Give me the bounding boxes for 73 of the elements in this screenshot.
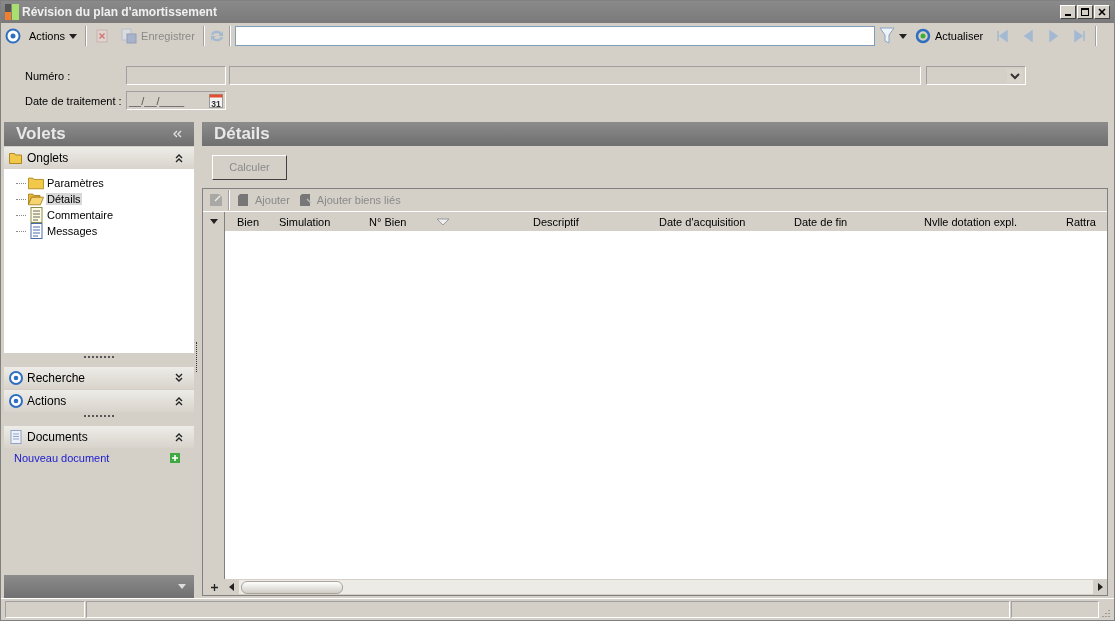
caret-icon [69, 33, 78, 39]
expand-chevron-icon[interactable] [174, 373, 184, 383]
target-icon [9, 371, 23, 385]
export-icon[interactable] [209, 193, 223, 207]
folder-icon [9, 151, 23, 165]
panel-title: Détails [214, 124, 270, 144]
target-icon[interactable] [5, 28, 21, 44]
save-icon [121, 28, 138, 44]
number-field[interactable] [126, 66, 226, 85]
linked-page-icon [298, 193, 313, 207]
maximize-icon [1080, 7, 1090, 17]
open-folder-icon [28, 191, 44, 207]
section-title: Actions [27, 394, 67, 408]
page-icon [237, 193, 251, 207]
column-header[interactable]: Rattra [1066, 215, 1096, 228]
document-icon [28, 223, 44, 239]
collapse-chevron-icon[interactable] [174, 432, 184, 442]
folder-icon [28, 175, 44, 191]
panel-title: Volets [16, 124, 66, 144]
select-field[interactable] [926, 66, 1026, 85]
calendar-icon[interactable]: 31 [209, 93, 223, 108]
resize-grip-icon[interactable] [1100, 608, 1110, 618]
delete-icon [95, 29, 110, 43]
refresh-icon [914, 28, 931, 44]
field-label: Numéro : [25, 69, 72, 82]
right-arrow-icon [1097, 583, 1103, 591]
minimize-button[interactable] [1060, 5, 1076, 19]
nav-prev-icon [1021, 29, 1036, 43]
nav-first-icon [995, 29, 1010, 43]
section-header[interactable]: Onglets [4, 147, 194, 169]
description-field[interactable] [229, 66, 921, 85]
tree-item[interactable]: Paramètres [46, 177, 105, 189]
column-header[interactable]: Bien [237, 215, 260, 228]
app-icon [5, 4, 19, 20]
section-header[interactable]: Actions [4, 390, 194, 412]
sort-indicator-icon [436, 217, 451, 226]
nav-last-icon [1073, 29, 1088, 43]
add-icon[interactable] [170, 453, 180, 463]
column-header[interactable]: Descriptif [533, 215, 579, 228]
close-button[interactable] [1094, 5, 1110, 19]
tree-item[interactable]: Détails [46, 193, 82, 205]
window-title: Révision du plan d'amortissement [22, 5, 217, 19]
left-arrow-icon [229, 583, 235, 591]
section-header[interactable]: Documents [4, 426, 194, 448]
target-icon [9, 394, 23, 408]
date-field[interactable]: __/__/____ 31 [126, 91, 226, 110]
tree-item[interactable]: Messages [46, 225, 99, 237]
minimize-icon [1065, 14, 1071, 16]
new-document-link[interactable]: Nouveau document [14, 452, 110, 464]
section-header[interactable]: Recherche [4, 367, 194, 389]
section-title: Onglets [27, 151, 69, 165]
section-title: Recherche [27, 371, 86, 385]
column-header[interactable]: N° Bien [369, 215, 407, 228]
refresh-button[interactable]: Actualiser [910, 26, 988, 46]
column-header[interactable]: Date d'acquisition [659, 215, 746, 228]
column-header[interactable]: Simulation [279, 215, 331, 228]
document-icon [9, 430, 23, 444]
column-header[interactable]: Nvlle dotation expl. [924, 215, 1017, 228]
tree-item[interactable]: Commentaire [46, 209, 115, 221]
scrollbar-thumb[interactable] [241, 580, 343, 594]
collapse-arrows-icon[interactable] [172, 130, 182, 138]
maximize-button[interactable] [1077, 5, 1093, 19]
search-field[interactable] [234, 26, 875, 46]
column-header[interactable]: Date de fin [794, 215, 848, 228]
field-label: Date de traitement : [25, 94, 123, 107]
dropdown-caret-icon[interactable] [898, 33, 907, 39]
collapse-chevron-icon[interactable] [174, 153, 184, 163]
collapse-chevron-icon[interactable] [174, 396, 184, 406]
close-icon [1097, 7, 1107, 17]
note-icon [28, 207, 44, 223]
actions-menu[interactable]: Actions [25, 28, 82, 44]
section-title: Documents [27, 430, 88, 444]
plus-icon[interactable] [210, 582, 219, 592]
